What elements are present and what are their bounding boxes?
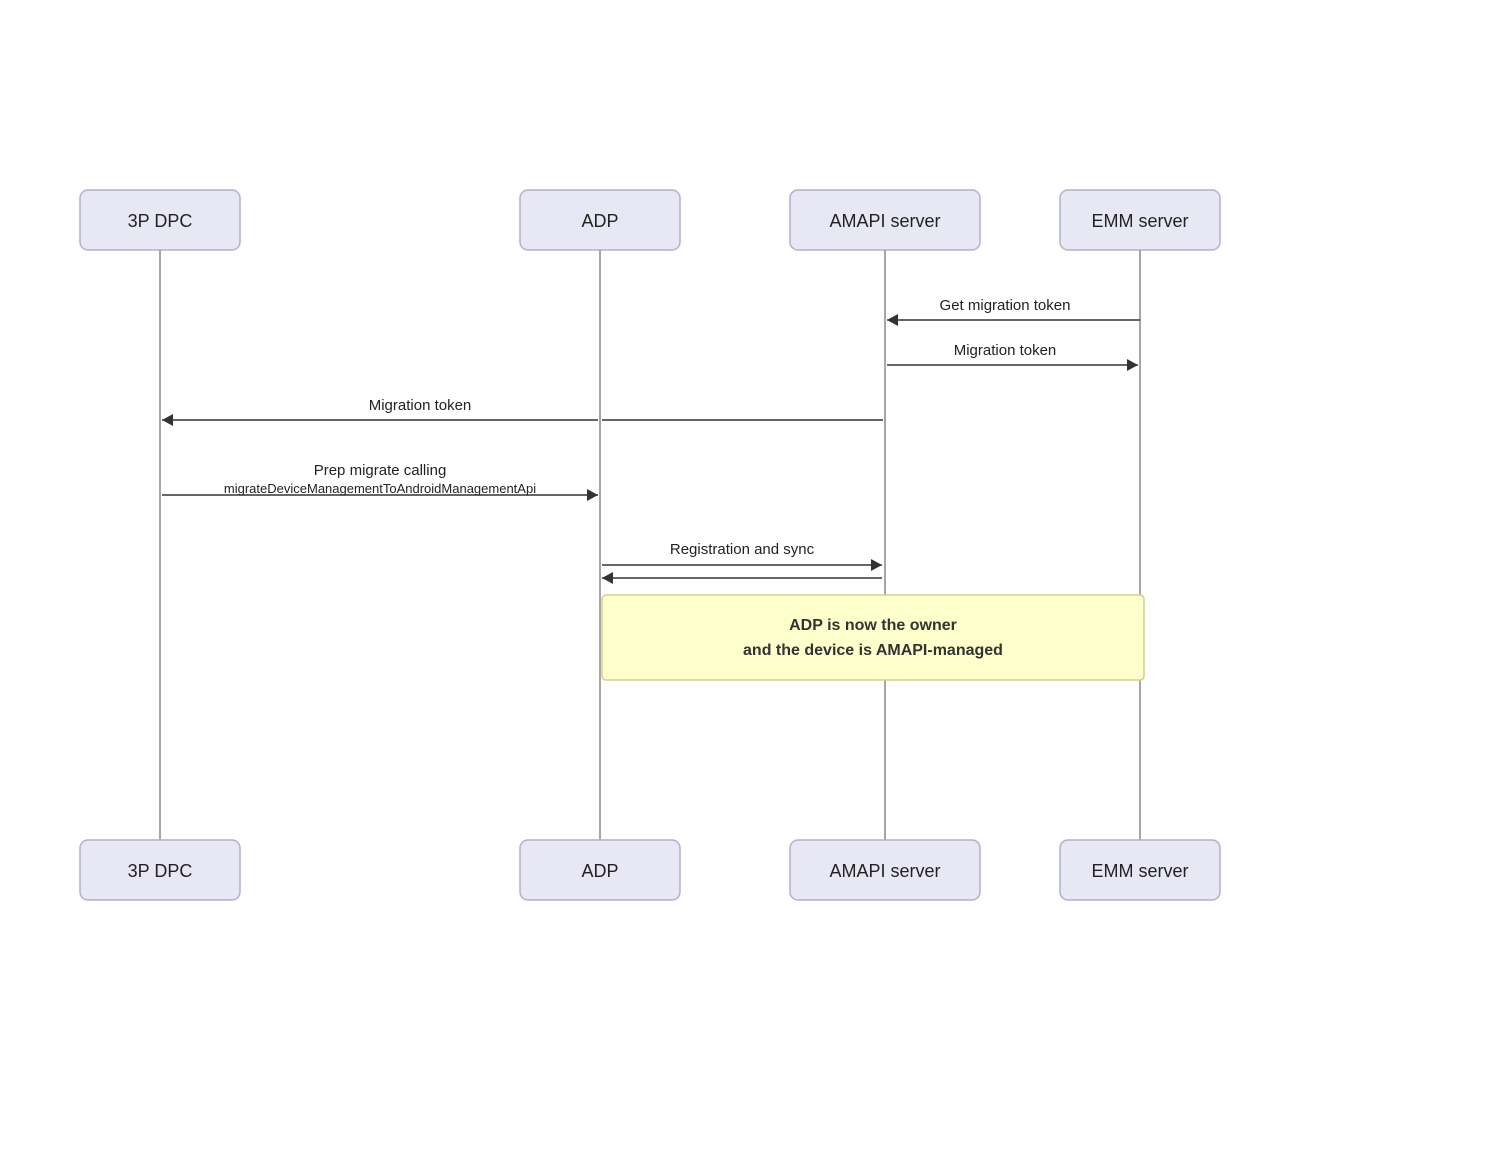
label-prep-migrate-2: migrateDeviceManagementToAndroidManageme… bbox=[224, 481, 536, 496]
arrowhead-reg-sync-left bbox=[602, 572, 613, 584]
actor-emm-top-label: EMM server bbox=[1091, 211, 1188, 231]
arrowhead-get-migration-token bbox=[887, 314, 898, 326]
actor-amapi-top-label: AMAPI server bbox=[829, 211, 940, 231]
arrowhead-reg-sync-right bbox=[871, 559, 882, 571]
label-reg-sync: Registration and sync bbox=[670, 541, 815, 558]
actor-dpc-top-label: 3P DPC bbox=[128, 211, 193, 231]
note-line-2: and the device is AMAPI-managed bbox=[743, 642, 1003, 659]
arrowhead-migration-token-emm bbox=[1127, 359, 1138, 371]
arrowhead-migration-token-dpc bbox=[162, 414, 173, 426]
actor-adp-top-label: ADP bbox=[581, 211, 618, 231]
label-migration-token-emm: Migration token bbox=[954, 342, 1057, 359]
label-migration-token-dpc: Migration token bbox=[369, 397, 472, 414]
note-line-1: ADP is now the owner bbox=[789, 617, 957, 634]
actor-emm-bottom-label: EMM server bbox=[1091, 861, 1188, 881]
actor-adp-bottom-label: ADP bbox=[581, 861, 618, 881]
arrowhead-prep-migrate bbox=[587, 489, 598, 501]
note-box bbox=[602, 595, 1144, 680]
sequence-diagram: 3P DPC ADP AMAPI server EMM server Get m… bbox=[30, 180, 1470, 980]
label-prep-migrate-1: Prep migrate calling bbox=[314, 462, 447, 479]
actor-amapi-bottom-label: AMAPI server bbox=[829, 861, 940, 881]
actor-dpc-bottom-label: 3P DPC bbox=[128, 861, 193, 881]
label-get-migration-token: Get migration token bbox=[940, 297, 1071, 314]
